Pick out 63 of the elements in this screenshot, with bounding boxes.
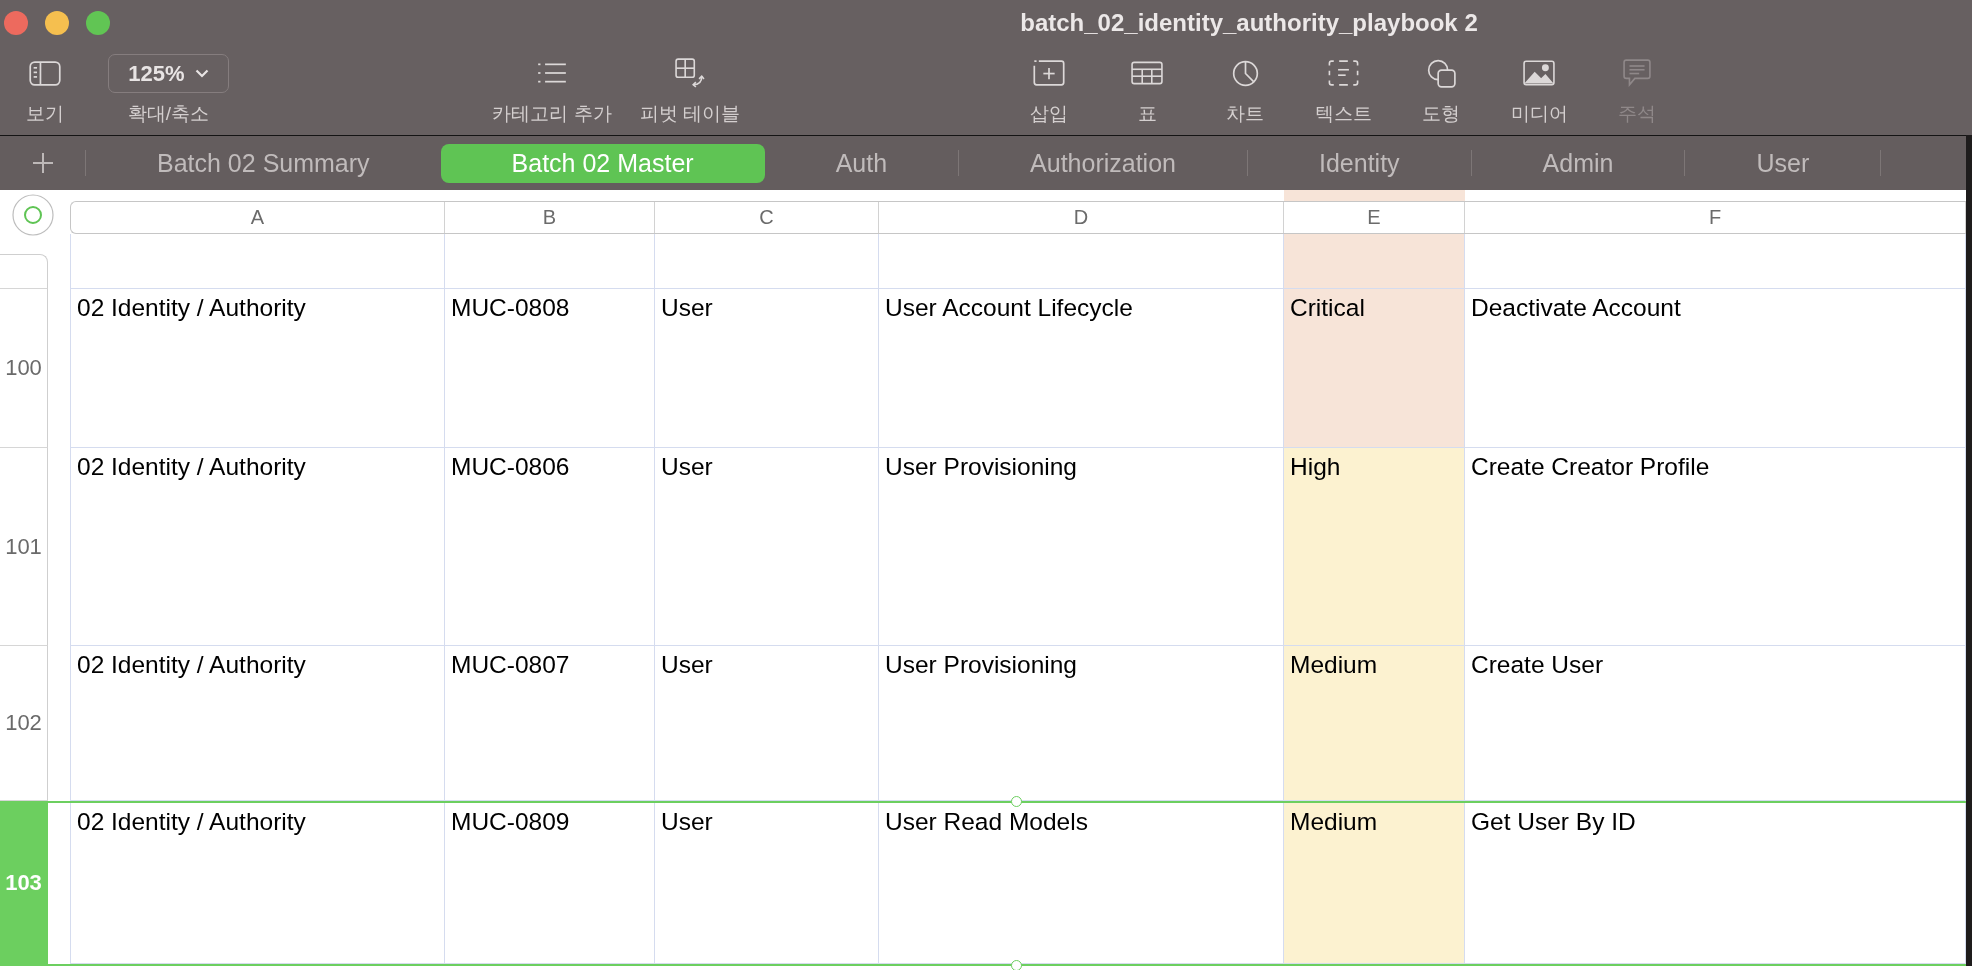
column-header[interactable]: B xyxy=(445,202,655,233)
list-icon[interactable] xyxy=(537,62,567,84)
sidebar-icon[interactable] xyxy=(29,60,61,86)
column-header[interactable]: C xyxy=(655,202,879,233)
toolbar-button[interactable]: 보기 xyxy=(0,46,90,125)
table-cell: Create Creator Profile xyxy=(1465,448,1966,646)
table-cell: High xyxy=(1284,448,1465,646)
column-header[interactable]: A xyxy=(71,202,445,233)
image-icon[interactable] xyxy=(1523,60,1555,86)
text-box-icon[interactable] xyxy=(1327,60,1359,86)
row-header[interactable]: 102 xyxy=(0,646,48,801)
table-cell: MUC-0807 xyxy=(445,646,655,801)
plus-box-icon[interactable] xyxy=(1033,60,1065,86)
pie-chart-icon[interactable] xyxy=(1231,59,1259,87)
table-icon[interactable] xyxy=(1131,61,1163,85)
table-cell: Critical xyxy=(1284,289,1465,448)
table-cell: 02 Identity / Authority xyxy=(70,803,445,964)
sheet-tab[interactable]: Batch 02 Summary xyxy=(86,143,441,183)
minimize-icon[interactable] xyxy=(45,11,69,35)
selection-handle[interactable] xyxy=(1011,960,1022,970)
window-title: batch_02_identity_authority_playbook 2 xyxy=(1020,9,1478,37)
toolbar-button[interactable]: 삽입 xyxy=(1000,46,1098,125)
table-cell: 02 Identity / Authority xyxy=(70,646,445,801)
row-header[interactable]: 100 xyxy=(0,289,48,448)
zoom-label: 확대/축소 xyxy=(127,103,210,125)
toolbar-button[interactable]: 도형 xyxy=(1392,46,1490,125)
table-cell: MUC-0809 xyxy=(445,803,655,964)
table-cell: Deactivate Account xyxy=(1465,289,1966,448)
table-cell: Medium xyxy=(1284,646,1465,801)
table-cell: 02 Identity / Authority xyxy=(70,448,445,646)
row-header[interactable]: 101 xyxy=(0,448,48,646)
sheet-tab[interactable]: Admin xyxy=(1471,143,1685,183)
table-cell: MUC-0806 xyxy=(445,448,655,646)
table-cell: Medium xyxy=(1284,803,1465,964)
table-cell: 02 Identity / Authority xyxy=(70,289,445,448)
column-header[interactable]: F xyxy=(1465,202,1966,233)
toolbar-button[interactable]: 차트 xyxy=(1196,46,1294,125)
toolbar-button[interactable]: 텍스트 xyxy=(1294,46,1392,125)
toolbar-button[interactable]: 미디어 xyxy=(1490,46,1588,125)
table-cell: User xyxy=(655,803,879,964)
sheet-tab[interactable]: Batch 02 Master xyxy=(440,143,765,183)
shapes-icon[interactable] xyxy=(1426,58,1456,88)
sheet-tab[interactable]: Authorization xyxy=(959,143,1247,183)
table-cell: User xyxy=(655,289,879,448)
table-cell: Get User By ID xyxy=(1465,803,1966,964)
sheet-tab[interactable]: Auth xyxy=(764,143,959,183)
column-header[interactable]: D xyxy=(879,202,1284,233)
table-cell: Create User xyxy=(1465,646,1966,801)
sheet-tab[interactable]: User xyxy=(1685,143,1881,183)
plus-icon[interactable] xyxy=(31,152,54,174)
zoom-dropdown[interactable]: 125% xyxy=(108,54,229,93)
toolbar-button[interactable]: 카테고리 추가 xyxy=(487,46,617,125)
table-arrows-icon[interactable] xyxy=(675,58,705,88)
table-cell: User xyxy=(655,646,879,801)
table-cell: User xyxy=(655,448,879,646)
sheet-tab[interactable]: Identity xyxy=(1248,143,1471,183)
table-cell: MUC-0808 xyxy=(445,289,655,448)
maximize-icon[interactable] xyxy=(86,11,110,35)
toolbar-button[interactable]: 표 xyxy=(1098,46,1196,125)
selection-handle[interactable] xyxy=(1011,796,1022,807)
column-header[interactable]: E xyxy=(1284,202,1465,233)
toolbar-button[interactable]: 피벗 테이블 xyxy=(635,46,745,125)
chevron-down-icon[interactable] xyxy=(194,69,209,78)
